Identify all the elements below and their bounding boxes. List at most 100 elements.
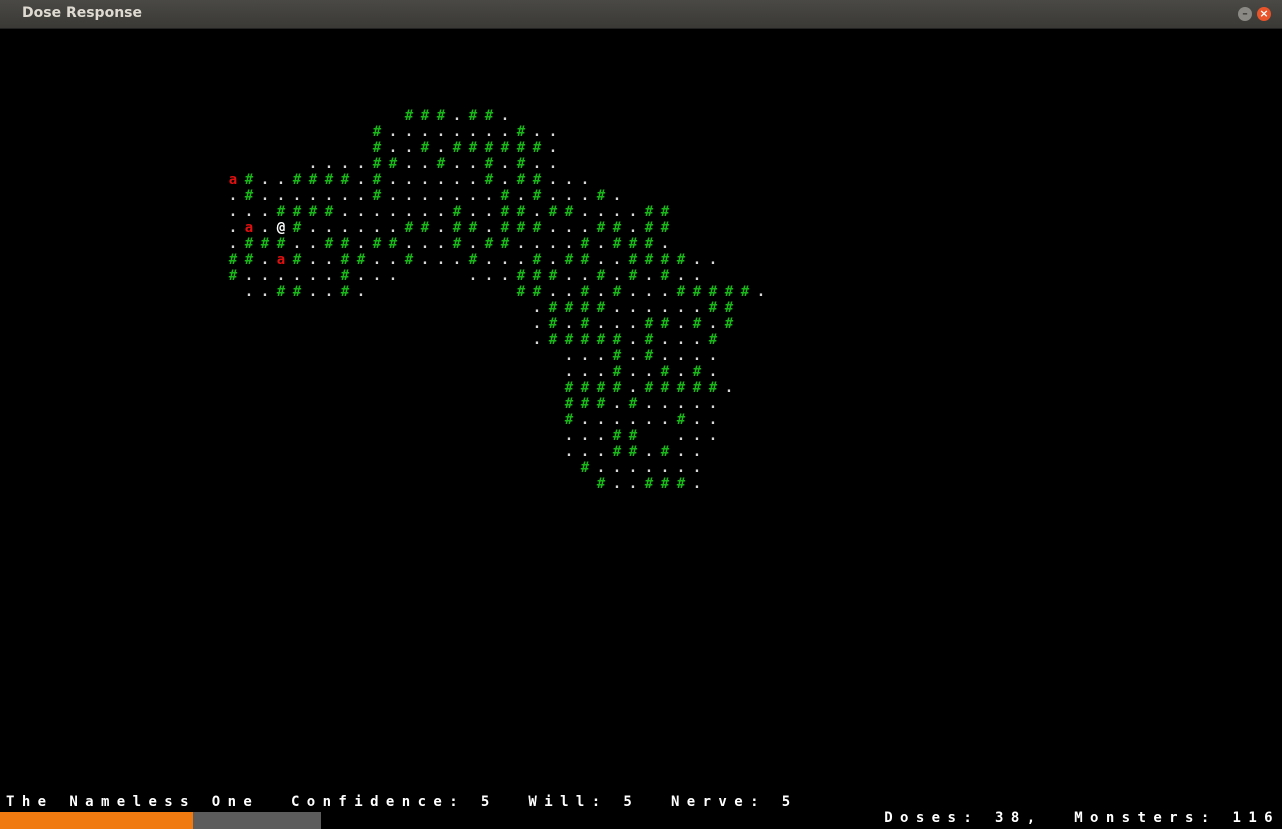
wall-tile: # — [340, 172, 350, 188]
floor-tile: . — [596, 428, 606, 444]
wall-tile: # — [308, 204, 318, 220]
floor-tile: . — [532, 156, 542, 172]
wall-tile: # — [372, 172, 382, 188]
floor-tile: . — [596, 412, 606, 428]
wall-tile: # — [724, 284, 734, 300]
floor-tile: . — [340, 220, 350, 236]
floor-tile: . — [708, 428, 718, 444]
floor-tile: . — [500, 268, 510, 284]
wall-tile: # — [612, 380, 622, 396]
floor-tile: . — [404, 156, 414, 172]
floor-tile: . — [548, 172, 558, 188]
floor-tile: . — [324, 188, 334, 204]
dose-progress-fill — [0, 812, 193, 829]
floor-tile: . — [340, 204, 350, 220]
floor-tile: . — [228, 204, 238, 220]
floor-tile: . — [660, 236, 670, 252]
minimize-button[interactable]: – — [1238, 7, 1252, 21]
floor-tile: . — [276, 172, 286, 188]
floor-tile: . — [564, 364, 574, 380]
dose-progress-bar — [0, 812, 321, 829]
wall-tile: # — [516, 172, 526, 188]
floor-tile: . — [516, 188, 526, 204]
floor-tile: . — [580, 220, 590, 236]
floor-tile: . — [596, 348, 606, 364]
floor-tile: . — [644, 364, 654, 380]
floor-tile: . — [612, 460, 622, 476]
floor-tile: . — [708, 252, 718, 268]
floor-tile: . — [244, 204, 254, 220]
wall-tile: # — [644, 252, 654, 268]
floor-tile: . — [388, 124, 398, 140]
floor-tile: . — [564, 236, 574, 252]
wall-tile: # — [548, 316, 558, 332]
wall-tile: # — [372, 140, 382, 156]
doses-value: 38 — [995, 810, 1027, 826]
wall-tile: # — [676, 412, 686, 428]
floor-tile: . — [580, 188, 590, 204]
floor-tile: . — [532, 124, 542, 140]
wall-tile: # — [404, 220, 414, 236]
floor-tile: . — [676, 396, 686, 412]
wall-tile: # — [484, 108, 494, 124]
floor-tile: . — [628, 220, 638, 236]
floor-tile: . — [676, 316, 686, 332]
wall-tile: # — [244, 236, 254, 252]
wall-tile: # — [500, 204, 510, 220]
floor-tile: . — [564, 428, 574, 444]
wall-tile: # — [660, 316, 670, 332]
wall-tile: # — [580, 300, 590, 316]
floor-tile: . — [532, 316, 542, 332]
floor-tile: . — [404, 172, 414, 188]
wall-tile: # — [516, 124, 526, 140]
wall-tile: # — [612, 284, 622, 300]
floor-tile: . — [644, 412, 654, 428]
wall-tile: # — [484, 156, 494, 172]
monster-anxiety: a — [276, 252, 286, 268]
floor-tile: . — [484, 220, 494, 236]
wall-tile: # — [420, 108, 430, 124]
wall-tile: # — [436, 108, 446, 124]
floor-tile: . — [388, 188, 398, 204]
wall-tile: # — [468, 220, 478, 236]
wall-tile: # — [340, 252, 350, 268]
close-button[interactable]: × — [1257, 7, 1271, 21]
monster-anxiety: a — [228, 172, 238, 188]
floor-tile: . — [484, 252, 494, 268]
wall-tile: # — [516, 156, 526, 172]
floor-tile: . — [420, 188, 430, 204]
wall-tile: # — [548, 268, 558, 284]
floor-tile: . — [548, 236, 558, 252]
floor-tile: . — [660, 332, 670, 348]
wall-tile: # — [228, 252, 238, 268]
floor-tile: . — [532, 236, 542, 252]
floor-tile: . — [532, 204, 542, 220]
floor-tile: . — [644, 396, 654, 412]
wall-tile: # — [324, 204, 334, 220]
floor-tile: . — [468, 172, 478, 188]
floor-tile: . — [388, 140, 398, 156]
wall-tile: # — [452, 236, 462, 252]
floor-tile: . — [628, 380, 638, 396]
floor-tile: . — [628, 412, 638, 428]
wall-tile: # — [628, 428, 638, 444]
wall-tile: # — [596, 300, 606, 316]
wall-tile: # — [532, 252, 542, 268]
wall-tile: # — [356, 252, 366, 268]
floor-tile: . — [356, 172, 366, 188]
wall-tile: # — [468, 252, 478, 268]
floor-tile: . — [676, 428, 686, 444]
floor-tile: . — [676, 268, 686, 284]
floor-tile: . — [612, 188, 622, 204]
floor-tile: . — [580, 444, 590, 460]
nerve-value: 5 — [781, 794, 798, 810]
floor-tile: . — [532, 300, 542, 316]
floor-tile: . — [708, 348, 718, 364]
wall-tile: # — [644, 220, 654, 236]
floor-tile: . — [692, 444, 702, 460]
floor-tile: . — [676, 332, 686, 348]
wall-tile: # — [612, 332, 622, 348]
floor-tile: . — [372, 252, 382, 268]
floor-tile: . — [308, 268, 318, 284]
wall-tile: # — [692, 316, 702, 332]
